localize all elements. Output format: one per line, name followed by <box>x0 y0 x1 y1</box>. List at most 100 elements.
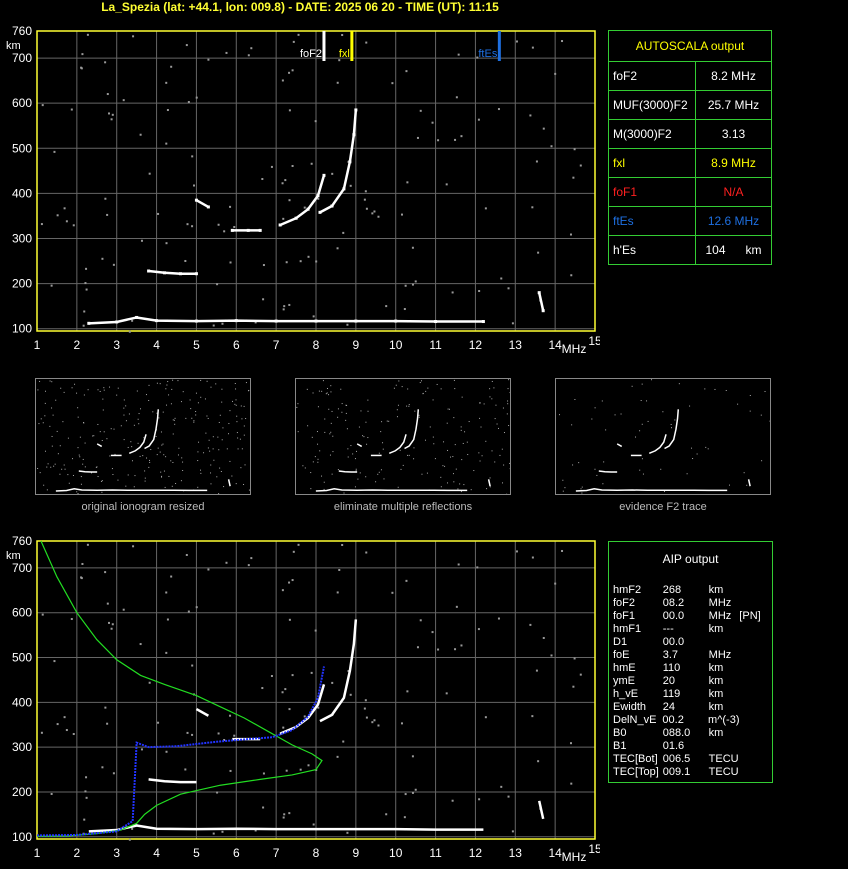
noise-dot <box>112 772 115 775</box>
noise-dot <box>377 473 379 475</box>
noise-dot <box>172 379 174 381</box>
noise-dot <box>569 742 572 745</box>
noise-dot <box>346 404 348 406</box>
autoscala-title: AUTOSCALA output <box>608 30 772 62</box>
noise-dot <box>282 726 285 729</box>
noise-dot <box>184 768 187 771</box>
noise-dot <box>206 380 208 382</box>
aip-cell <box>739 649 768 662</box>
noise-dot <box>725 389 727 391</box>
noise-dot <box>337 416 339 418</box>
noise-dot <box>187 101 190 104</box>
aip-cell: --- <box>662 623 674 635</box>
noise-dot <box>161 444 163 446</box>
noise-dot <box>221 830 224 833</box>
ionogram-chart: 1 2 3 4 5 6 7 8 9 10 11 12 13 14 15MHz1002003004005006… <box>6 24 600 356</box>
x-tick-label: 7 <box>273 338 280 352</box>
noise-dot <box>457 488 459 490</box>
x-tick-label: 14 <box>548 846 562 860</box>
noise-dot <box>217 223 220 226</box>
noise-dot <box>364 190 367 193</box>
noise-dot <box>346 428 348 430</box>
noise-dot <box>483 403 485 405</box>
noise-dot <box>250 557 253 560</box>
noise-dot <box>367 437 369 439</box>
noise-dot <box>79 456 81 458</box>
noise-dot <box>82 324 85 327</box>
noise-dot <box>209 450 211 452</box>
noise-dot <box>68 482 70 484</box>
noise-dot <box>460 426 462 428</box>
noise-dot <box>317 458 319 460</box>
noise-dot <box>181 457 183 459</box>
noise-dot <box>355 470 357 472</box>
noise-dot <box>101 480 103 482</box>
noise-dot <box>363 707 366 710</box>
noise-dot <box>50 284 53 287</box>
x-tick-label: 11 <box>429 846 442 860</box>
noise-dot <box>737 403 739 405</box>
noise-dot <box>476 566 479 569</box>
noise-dot <box>171 485 173 487</box>
noise-dot <box>155 436 157 438</box>
noise-dot <box>570 274 573 277</box>
autoscala-label: foF2 <box>608 61 696 91</box>
noise-dot <box>137 442 139 444</box>
x-tick-label: 10 <box>389 846 403 860</box>
noise-dot <box>127 474 129 476</box>
noise-dot <box>237 437 239 439</box>
noise-dot <box>80 66 83 69</box>
noise-dot <box>243 425 245 427</box>
y-axis-label: km <box>6 550 21 562</box>
noise-dot <box>120 425 122 427</box>
noise-dot <box>106 438 108 440</box>
noise-dot <box>493 387 495 389</box>
noise-dot <box>282 308 285 311</box>
noise-dot <box>189 399 191 401</box>
noise-dot <box>440 476 442 478</box>
noise-dot <box>689 405 691 407</box>
aip-cell: km <box>708 675 724 687</box>
noise-dot <box>56 723 59 726</box>
noise-dot <box>112 474 114 476</box>
noise-dot <box>163 454 165 456</box>
y-tick-label: 100 <box>12 322 32 336</box>
noise-dot <box>225 561 228 564</box>
noise-dot <box>212 448 214 450</box>
noise-dot <box>104 571 107 574</box>
noise-dot <box>489 388 491 390</box>
noise-dot <box>497 427 499 429</box>
noise-dot <box>166 404 168 406</box>
aip-cell: MHz <box>708 610 732 622</box>
thumb-trace <box>575 488 728 492</box>
noise-dot <box>312 823 315 826</box>
noise-dot <box>67 474 69 476</box>
noise-dot <box>406 405 408 407</box>
noise-dot <box>106 602 109 605</box>
aip-cell: MHz <box>708 649 732 661</box>
noise-dot <box>437 139 440 142</box>
noise-dot <box>123 414 125 416</box>
aip-cell <box>739 675 768 688</box>
noise-dot <box>170 460 172 462</box>
noise-dot <box>304 467 306 469</box>
aip-cell: 268 <box>662 584 682 596</box>
noise-dot <box>455 605 458 608</box>
noise-dot <box>210 464 212 466</box>
noise-dot <box>166 384 168 386</box>
noise-dot <box>457 563 460 566</box>
noise-dot <box>431 631 434 634</box>
noise-dot <box>83 394 85 396</box>
noise-dot <box>445 692 448 695</box>
noise-dot <box>572 464 574 466</box>
aip-row: D1 00.0 <box>613 636 768 649</box>
noise-dot <box>128 330 131 333</box>
thumbnail-no-multiple <box>295 378 511 495</box>
noise-dot <box>350 445 352 447</box>
marker-label-ftEs: ftEs <box>478 48 497 60</box>
x-tick-label: 5 <box>193 338 200 352</box>
noise-dot <box>148 681 151 684</box>
noise-dot <box>101 257 104 260</box>
noise-dot <box>663 491 665 493</box>
noise-dot <box>408 404 410 406</box>
